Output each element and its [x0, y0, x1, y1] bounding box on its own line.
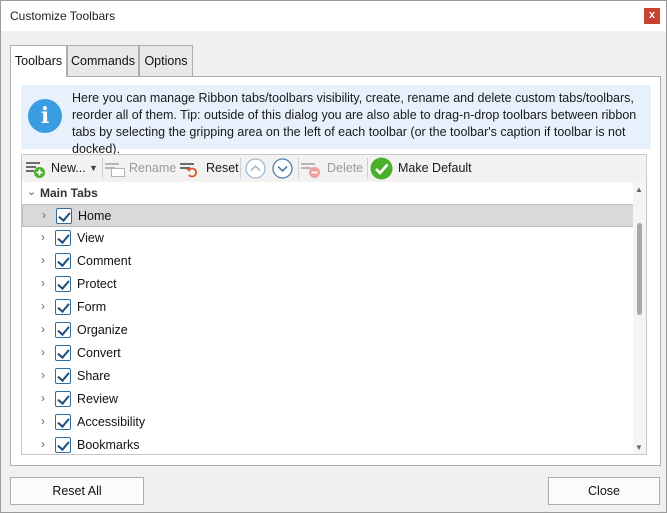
chevron-right-icon[interactable]: › [41, 437, 45, 451]
reset-icon [180, 161, 198, 178]
row-label: Protect [77, 277, 117, 291]
chevron-right-icon[interactable]: › [41, 253, 45, 267]
reset-all-button[interactable]: Reset All [10, 477, 144, 505]
row-label: Home [78, 209, 112, 223]
tree-row-review[interactable]: › Review [22, 388, 634, 411]
customize-toolbars-dialog: Customize Toolbars x Toolbars Commands O… [0, 0, 667, 513]
new-list-icon [26, 161, 45, 178]
checkmark-icon [370, 157, 393, 180]
move-down-button[interactable] [271, 156, 295, 181]
rename-icon [105, 161, 125, 177]
reset-button-label: Reset [206, 161, 239, 175]
tabs-tree: ⌄ Main Tabs › Home › View › Comment › Pr… [21, 182, 647, 455]
chevron-right-icon[interactable]: › [41, 345, 45, 359]
tab-options[interactable]: Options [139, 45, 193, 76]
row-label: Bookmarks [77, 438, 140, 452]
row-label: Comment [77, 254, 132, 268]
tab-toolbars[interactable]: Toolbars [10, 45, 67, 77]
chevron-right-icon[interactable]: › [41, 230, 45, 244]
row-label: View [77, 231, 104, 245]
checkbox-convert[interactable] [55, 345, 71, 361]
info-banner: i Here you can manage Ribbon tabs/toolba… [21, 85, 651, 156]
scroll-up-arrow-icon[interactable]: ▲ [635, 185, 643, 194]
delete-button[interactable]: Delete [301, 156, 365, 181]
tree-row-home[interactable]: › Home [22, 204, 634, 227]
row-label: Share [77, 369, 111, 383]
new-dropdown-chevron-icon[interactable]: ▼ [89, 156, 98, 181]
tree-row-share[interactable]: › Share [22, 365, 634, 388]
chevron-right-icon[interactable]: › [41, 276, 45, 290]
checkbox-home[interactable] [56, 208, 72, 224]
tree-group-main-tabs[interactable]: ⌄ Main Tabs [22, 182, 634, 204]
row-label: Convert [77, 346, 121, 360]
checkbox-protect[interactable] [55, 276, 71, 292]
checkbox-bookmarks[interactable] [55, 437, 71, 453]
checkbox-review[interactable] [55, 391, 71, 407]
info-icon: i [28, 99, 62, 133]
chevron-right-icon[interactable]: › [41, 414, 45, 428]
scroll-down-arrow-icon[interactable]: ▼ [635, 443, 643, 452]
tree-row-accessibility[interactable]: › Accessibility [22, 411, 634, 434]
reset-button[interactable]: Reset [180, 156, 239, 181]
row-label: Accessibility [77, 415, 146, 429]
info-text: Here you can manage Ribbon tabs/toolbars… [72, 91, 637, 156]
tree-toolbar: New... ▼ Rename Reset Delete Make Defaul… [21, 154, 647, 183]
tree-row-view[interactable]: › View [22, 227, 634, 250]
close-window-button[interactable]: x [644, 8, 660, 24]
scrollbar-thumb[interactable] [637, 223, 642, 315]
group-label: Main Tabs [40, 186, 98, 200]
make-default-button-label: Make Default [398, 161, 472, 175]
rename-button[interactable]: Rename [105, 156, 177, 181]
move-down-icon [272, 158, 293, 179]
chevron-right-icon[interactable]: › [41, 299, 45, 313]
tree-row-protect[interactable]: › Protect [22, 273, 634, 296]
title-bar: Customize Toolbars x [1, 1, 666, 31]
move-up-icon [245, 158, 266, 179]
new-button-label: New... [51, 161, 86, 175]
row-label: Organize [77, 323, 128, 337]
toolbars-tab-panel: i Here you can manage Ribbon tabs/toolba… [10, 76, 661, 466]
chevron-right-icon[interactable]: › [41, 391, 45, 405]
make-default-button[interactable]: Make Default [370, 156, 476, 181]
vertical-scrollbar[interactable]: ▲ ▼ [633, 182, 646, 454]
checkbox-organize[interactable] [55, 322, 71, 338]
tree-row-comment[interactable]: › Comment [22, 250, 634, 273]
tree-row-bookmarks[interactable]: › Bookmarks [22, 434, 634, 454]
close-button[interactable]: Close [548, 477, 660, 505]
row-label: Review [77, 392, 118, 406]
checkbox-form[interactable] [55, 299, 71, 315]
delete-icon [301, 161, 320, 178]
chevron-right-icon[interactable]: › [41, 322, 45, 336]
chevron-right-icon[interactable]: › [41, 368, 45, 382]
rename-button-label: Rename [129, 161, 177, 175]
new-button[interactable]: New... ▼ [25, 156, 101, 181]
window-title: Customize Toolbars [10, 9, 116, 23]
tab-commands[interactable]: Commands [67, 45, 139, 76]
tree-row-form[interactable]: › Form [22, 296, 634, 319]
tree-row-organize[interactable]: › Organize [22, 319, 634, 342]
checkbox-accessibility[interactable] [55, 414, 71, 430]
checkbox-view[interactable] [55, 230, 71, 246]
chevron-down-icon[interactable]: ⌄ [27, 185, 36, 198]
row-label: Form [77, 300, 107, 314]
checkbox-share[interactable] [55, 368, 71, 384]
checkbox-comment[interactable] [55, 253, 71, 269]
move-up-button[interactable] [244, 156, 268, 181]
delete-button-label: Delete [327, 161, 364, 175]
tree-row-convert[interactable]: › Convert [22, 342, 634, 365]
chevron-right-icon[interactable]: › [42, 208, 46, 222]
